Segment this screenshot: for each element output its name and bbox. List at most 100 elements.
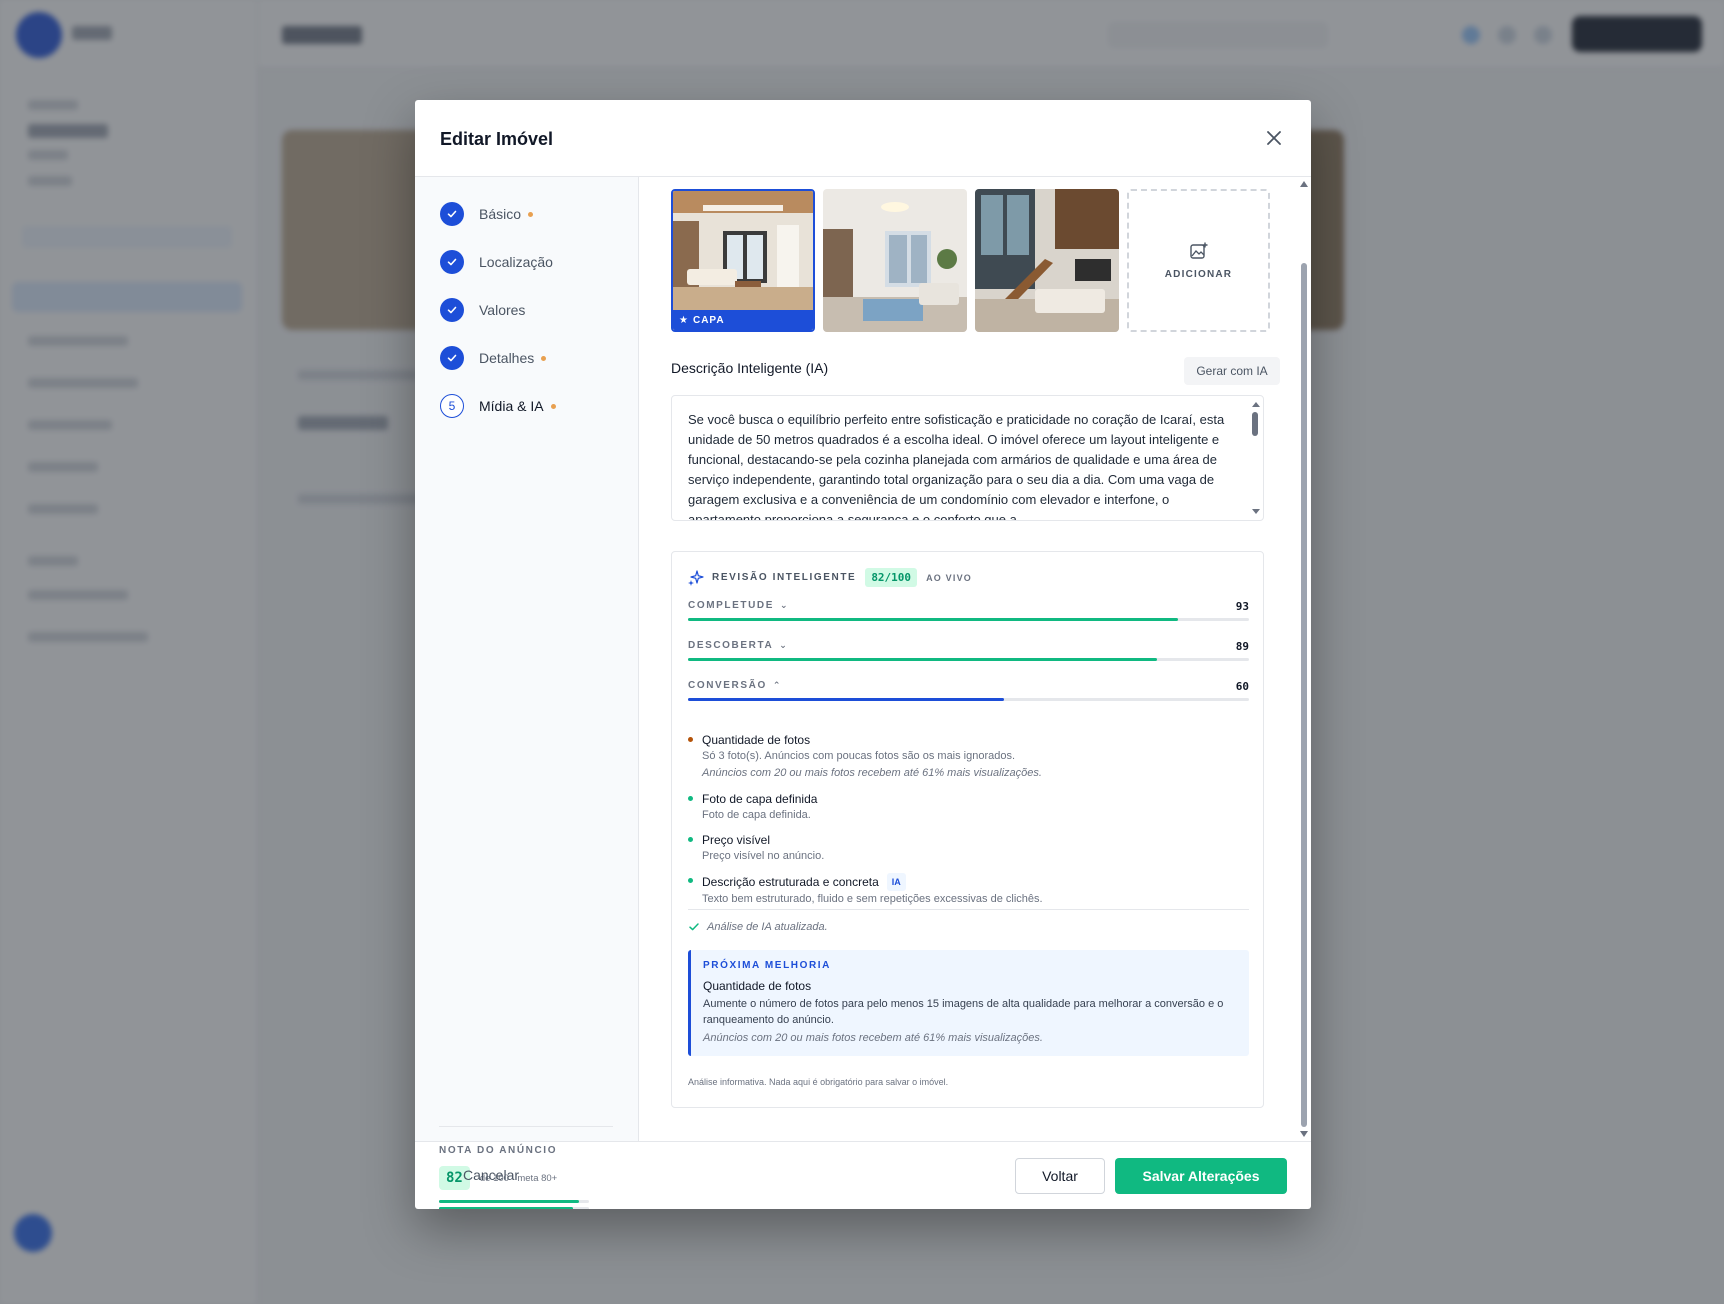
modal-header: Editar Imóvel [415,100,1311,177]
next-improvement-hint: Anúncios com 20 ou mais fotos recebem at… [703,1032,1043,1044]
step-label: Valores [479,302,526,318]
chevron-icon: ⌃ [772,680,783,690]
photo-thumbnail[interactable] [823,189,967,332]
step-number: 5 [440,394,464,418]
metric-completude[interactable]: COMPLETUDE ⌄ 93 [688,600,1249,621]
check-title: Quantidade de fotos [702,733,811,747]
status-dot [688,837,693,842]
back-button[interactable]: Voltar [1015,1158,1105,1194]
check-icon [689,923,699,931]
content-scrollbar[interactable] [1299,181,1309,1137]
wizard-stepper: Básico Localização Valores Detalhes 5 Mí… [415,177,639,1209]
step-localizacao[interactable]: Localização [440,249,553,275]
metric-bar-fill [688,698,1004,701]
generate-with-ai-button[interactable]: Gerar com IA [1184,357,1280,385]
check-icon [440,250,464,274]
step-basico[interactable]: Básico [440,201,534,227]
check-title-row: Descrição estruturada e concreta IA [702,873,1043,891]
check-icon [440,298,464,322]
metric-bar-fill [688,658,1157,661]
step-label: Básico [479,206,522,222]
next-improvement-description: Aumente o número de fotos para pelo meno… [703,998,1224,1026]
check-icon [440,346,464,370]
next-improvement-title: PRÓXIMA MELHORIA [703,960,832,971]
metric-value: 60 [1235,680,1249,693]
cover-badge: ★ CAPA [673,310,813,330]
close-icon[interactable] [1262,126,1286,150]
photo-gallery: ★ CAPA ADICIONAR [671,189,1270,332]
scroll-down-icon [1252,509,1260,514]
sparkles-icon [688,569,704,586]
photo-thumbnail[interactable] [975,189,1119,332]
smart-review-score: 82/100 [865,568,918,587]
check-icon [440,202,464,226]
check-title-row: Preço visível [702,832,824,848]
status-dot [688,796,693,801]
chevron-icon: ⌄ [780,600,790,610]
check-title-row: Foto de capa definida [702,791,817,807]
metric-label-text: DESCOBERTA [688,640,774,651]
metric-bar [688,698,1249,701]
status-dot [688,878,693,883]
check-title-row: Quantidade de fotos [702,732,1042,748]
metric-label-text: COMPLETUDE [688,600,774,611]
step-status-dot [550,403,556,409]
metric-value: 93 [1235,600,1249,613]
step-detalhes[interactable]: Detalhes [440,345,547,371]
description-scrollbar[interactable] [1251,400,1260,516]
photo-thumbnail-cover[interactable]: ★ CAPA [671,189,815,332]
metric-bar [688,658,1249,661]
description-text: Se você busca o equilíbrio perfeito entr… [688,412,1225,521]
metric-bar [688,618,1249,621]
live-indicator: AO VIVO [926,572,972,583]
check-title: Foto de capa definida [702,792,818,806]
star-icon: ★ [679,314,689,326]
metric-value: 89 [1235,640,1249,653]
check-description: Preço visível no anúncio. [702,850,825,862]
metric-descoberta[interactable]: DESCOBERTA ⌄ 89 [688,640,1249,661]
next-improvement-card: PRÓXIMA MELHORIA Quantidade de fotos Aum… [688,950,1249,1056]
ia-badge: IA [886,873,906,891]
metric-label: CONVERSÃO ⌃ [688,680,1249,691]
metric-label: DESCOBERTA ⌄ [688,640,1249,651]
check-item: Preço visível Preço visível no anúncio. [688,832,1249,864]
scroll-down-icon[interactable] [1300,1131,1308,1137]
step-valores[interactable]: Valores [440,297,525,323]
check-hint: Anúncios com 20 ou mais fotos recebem at… [702,767,1042,779]
check-description: Só 3 foto(s). Anúncios com poucas fotos … [702,750,1016,762]
add-image-icon [1189,242,1207,259]
save-changes-button[interactable]: Salvar Alterações [1115,1158,1287,1194]
check-description: Texto bem estruturado, fluido e sem repe… [702,893,1043,905]
description-title: Descrição Inteligente (IA) [671,360,829,376]
metric-label-text: CONVERSÃO [688,680,767,691]
check-item: Foto de capa definida Foto de capa defini… [688,791,1249,823]
scroll-thumb[interactable] [1301,263,1307,1127]
check-title: Descrição estruturada e concreta [702,875,879,889]
add-photo-button[interactable]: ADICIONAR [1127,189,1270,332]
step-label: Localização [479,254,553,270]
description-textarea[interactable]: Se você busca o equilíbrio perfeito entr… [671,395,1264,521]
divider [688,909,1249,910]
cover-label: CAPA [692,314,725,326]
cancel-button[interactable]: Cancelar [463,1167,519,1183]
conversion-checks: Quantidade de fotos Só 3 foto(s). Anúncio… [688,732,1249,916]
step-label: Mídia & IA [479,398,544,414]
check-title: Preço visível [702,833,771,847]
step-label: Detalhes [479,350,535,366]
metric-conversão[interactable]: CONVERSÃO ⌃ 60 [688,680,1249,701]
edit-property-modal: Editar Imóvel Básico Localização Valores [415,100,1311,1209]
modal-content: ★ CAPA ADICIONAR Descrição Inteligente (… [640,177,1311,1141]
smart-review-panel: REVISÃO INTELIGENTE 82/100 AO VIVO COMPL… [671,551,1264,1108]
metric-label: COMPLETUDE ⌄ [688,600,1249,611]
scroll-thumb[interactable] [1252,412,1258,436]
status-dot [688,737,693,742]
scroll-up-icon [1252,402,1260,407]
add-photo-label: ADICIONAR [1164,269,1233,280]
step-midia-ia[interactable]: 5 Mídia & IA [440,393,556,419]
chevron-icon: ⌄ [779,640,789,650]
ai-status-text: Análise de IA atualizada. [707,921,828,933]
check-item: Quantidade de fotos Só 3 foto(s). Anúncio… [688,732,1249,782]
scroll-up-icon[interactable] [1300,181,1308,187]
step-status-dot [541,355,547,361]
step-status-dot [528,211,534,217]
